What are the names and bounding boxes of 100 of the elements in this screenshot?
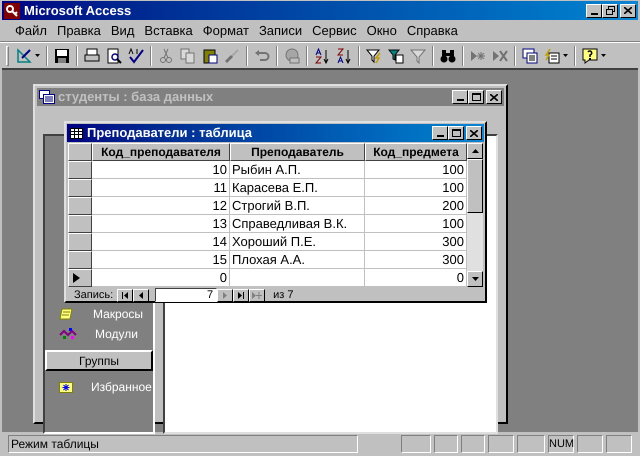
restore-icon [606,6,614,15]
table-cell: 12 [92,197,230,215]
dropdown-arrow-icon [563,54,568,57]
folder-star-icon [59,381,73,393]
maximize-icon [472,93,480,101]
row-selector[interactable] [68,233,92,251]
delete-record-icon [492,48,508,64]
scroll-down-button[interactable] [467,271,483,287]
sidebar-item[interactable]: Избранное [45,377,153,397]
database-window-icon [522,48,538,64]
column-header[interactable]: Код_предмета [365,143,467,161]
menu-item[interactable]: Вид [106,20,140,40]
toolbar-grip[interactable] [6,46,9,66]
table-cell: 100 [365,215,467,233]
new-record-icon [252,292,262,298]
previous-record-icon [139,292,144,298]
menu-item[interactable]: Формат [198,20,254,40]
sidebar-item[interactable]: Модули [45,324,153,344]
design-icon [16,48,32,64]
table-cell: 15 [92,251,230,269]
close-button[interactable] [466,126,482,140]
spelling-check-icon [128,48,144,64]
minimize-button[interactable] [452,90,468,104]
table-cell: 0 [92,269,230,287]
table-window-title: Преподаватели : таблица [87,124,252,142]
dropdown-arrow-icon [601,54,606,57]
table-cell: 10 [92,161,230,179]
status-panel [488,435,514,453]
first-record-button[interactable] [117,288,134,302]
groups-button[interactable]: Группы [45,350,153,371]
close-button[interactable] [620,4,636,18]
minimize-button[interactable] [586,4,602,18]
module-icon [59,327,77,341]
table-cell: 200 [365,197,467,215]
row-selector[interactable] [68,179,92,197]
row-selector[interactable] [68,197,92,215]
minimize-button[interactable] [432,126,448,140]
close-button[interactable] [486,90,502,104]
row-selector-header [68,143,92,161]
copy-icon [180,48,196,64]
menu-item[interactable]: Вставка [139,20,198,40]
table-cell: 300 [365,233,467,251]
next-record-button[interactable] [217,288,234,302]
database-icon [39,90,55,104]
table-cell: 100 [365,161,467,179]
column-header[interactable]: Код_преподавателя [92,143,230,161]
new-record-button[interactable] [249,288,266,302]
scroll-thumb[interactable] [467,159,483,213]
dropdown-arrow-icon [35,54,40,57]
table-cell: 300 [365,251,467,269]
previous-record-button[interactable] [133,288,150,302]
menu-item[interactable]: Справка [402,20,463,40]
sidebar-item[interactable]: Макросы [45,304,153,324]
status-panel [517,435,545,453]
next-record-icon [223,292,228,298]
table-cell: Строгий В.П. [230,197,365,215]
key-icon [4,2,20,18]
close-icon [624,7,632,14]
save-icon [54,48,70,64]
table-cell: 14 [92,233,230,251]
database-window-title: студенты : база данных [58,88,214,106]
status-panel [461,435,485,453]
current-record-icon [73,273,80,283]
maximize-button[interactable] [448,126,464,140]
record-number-field[interactable]: 7 [155,288,218,302]
row-selector[interactable] [68,215,92,233]
table-cell: 100 [365,179,467,197]
clipboard-icon [202,48,218,64]
table-cell: Справедливая В.К. [230,215,365,233]
maximize-button[interactable] [468,90,484,104]
menu-item[interactable]: Записи [254,20,308,40]
scissors-icon [158,48,174,64]
close-icon [470,130,478,136]
menu-item[interactable]: Сервис [307,20,362,40]
row-selector[interactable] [68,161,92,179]
record-count: из 7 [273,288,294,303]
menu-item[interactable]: Правка [52,20,106,40]
sort-descending-icon [336,48,352,64]
table-cell: 11 [92,179,230,197]
vertical-scrollbar[interactable] [467,143,483,287]
menu-item[interactable]: Окно [362,20,402,40]
status-panel [606,435,632,453]
table-cell: Карасева Е.П. [230,179,365,197]
last-record-button[interactable] [233,288,250,302]
row-selector[interactable] [68,269,92,287]
new-object-icon [544,48,560,64]
scroll-up-button[interactable] [467,143,483,159]
maximize-icon [452,129,460,137]
minimize-icon [590,12,598,14]
row-selector[interactable] [68,251,92,269]
first-record-icon [122,292,128,298]
down-arrow-icon [472,277,478,281]
filter-icon [410,48,426,64]
status-panel [434,435,458,453]
print-preview-icon [106,48,122,64]
menu-item[interactable]: Файл [10,20,52,40]
filter-lightning-icon [366,48,382,64]
restore-button[interactable] [602,4,618,18]
column-header[interactable]: Преподаватель [230,143,365,161]
minimize-icon [456,99,464,101]
